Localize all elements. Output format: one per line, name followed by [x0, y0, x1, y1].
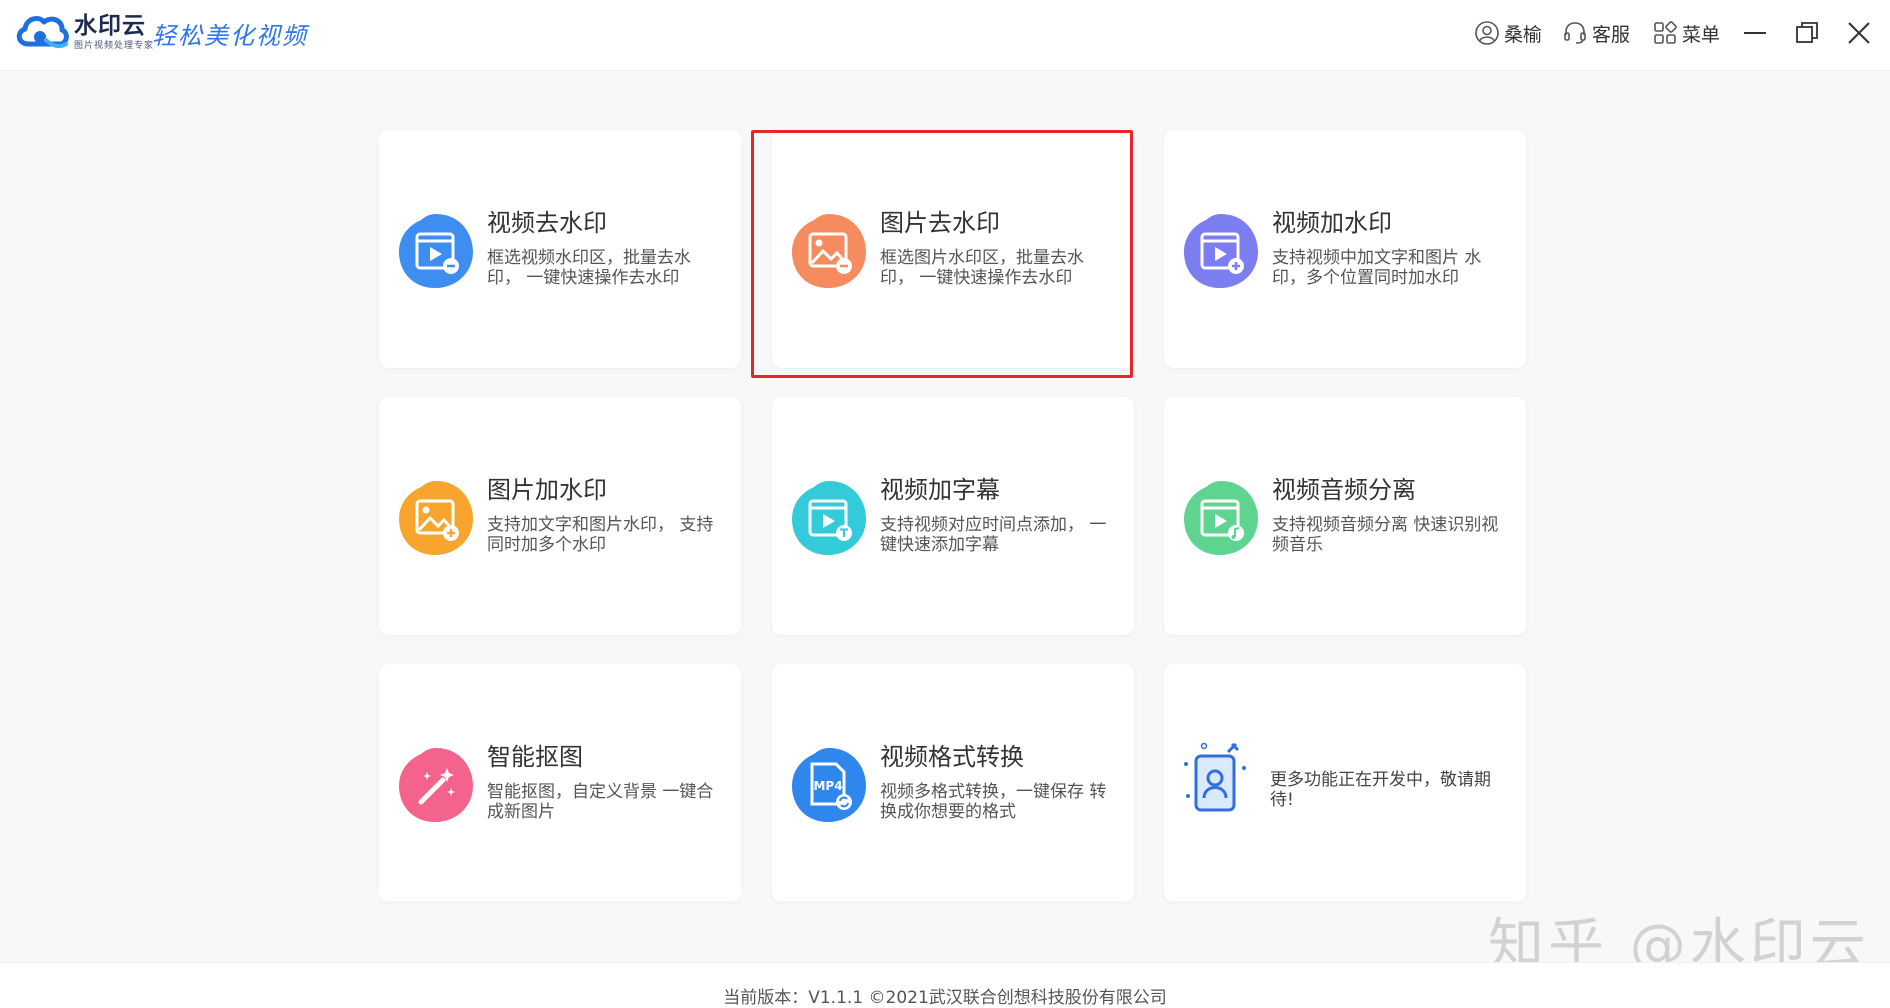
user-account-button[interactable]: 桑榆 — [1474, 18, 1542, 48]
restore-button[interactable] — [1790, 16, 1824, 50]
card-video-add-watermark[interactable]: 视频加水印 支持视频中加文字和图片 水印，多个位置同时加水印 — [1164, 130, 1526, 368]
card-description: 支持视频对应时间点添加， 一键快速添加字幕 — [880, 515, 1107, 555]
restore-icon — [1796, 22, 1818, 43]
card-description: 更多功能正在开发中，敬请期待! — [1270, 770, 1491, 810]
card-title: 视频加字幕 — [880, 476, 1000, 504]
menu-label: 菜单 — [1682, 23, 1721, 46]
service-label: 客服 — [1592, 23, 1631, 46]
card-format-convert[interactable]: MP4 视频格式转换 视频多格式转换，一键保存 转换成你想要的格式 — [772, 664, 1134, 902]
title-bar: 水印云 图片视频处理专家 轻松美化视频 桑榆 客服 菜单 — [0, 0, 1890, 71]
card-smart-cutout[interactable]: 智能抠图 智能抠图，自定义背景 一键合成新图片 — [379, 664, 741, 902]
close-icon — [1848, 22, 1870, 44]
card-description: 支持加文字和图片水印， 支持同时加多个水印 — [487, 515, 714, 555]
video-remove-watermark-icon — [399, 214, 473, 288]
card-description: 智能抠图，自定义背景 一键合成新图片 — [487, 782, 714, 822]
card-title: 视频加水印 — [1272, 209, 1392, 237]
card-description: 支持视频音频分离 快速识别视频音乐 — [1272, 515, 1499, 555]
brand-subtitle: 图片视频处理专家 — [74, 41, 155, 51]
card-title: 视频去水印 — [487, 209, 607, 237]
mp4-label: MP4 — [813, 779, 842, 793]
audio-separation-icon — [1184, 481, 1258, 555]
user-name: 桑榆 — [1504, 23, 1543, 46]
card-video-subtitle[interactable]: 视频加字幕 支持视频对应时间点添加， 一键快速添加字幕 — [772, 397, 1134, 635]
cloud-logo-icon — [16, 16, 69, 49]
format-convert-icon: MP4 — [792, 748, 866, 822]
video-subtitle-icon — [792, 481, 866, 555]
card-title: 图片去水印 — [880, 209, 1000, 237]
footer: 当前版本：V1.1.1 ©2021武汉联合创想科技股份有限公司 — [0, 962, 1890, 1008]
brand: 水印云 图片视频处理专家 — [74, 14, 154, 52]
grid-menu-icon — [1654, 21, 1677, 44]
user-icon — [1475, 21, 1499, 45]
video-add-watermark-icon — [1184, 214, 1258, 288]
image-add-watermark-icon — [399, 481, 473, 555]
brand-name: 水印云 — [74, 13, 146, 39]
card-image-add-watermark[interactable]: 图片加水印 支持加文字和图片水印， 支持同时加多个水印 — [379, 397, 741, 635]
minimize-button[interactable] — [1738, 16, 1772, 50]
card-description: 支持视频中加文字和图片 水印，多个位置同时加水印 — [1272, 248, 1482, 288]
close-button[interactable] — [1842, 16, 1876, 50]
card-title: 视频音频分离 — [1272, 476, 1416, 504]
in-development-illustration-icon — [1184, 742, 1246, 812]
card-title: 视频格式转换 — [880, 743, 1024, 771]
image-remove-watermark-icon — [792, 214, 866, 288]
smart-cutout-icon — [399, 748, 473, 822]
card-title: 图片加水印 — [487, 476, 607, 504]
customer-service-button[interactable]: 客服 — [1562, 18, 1630, 48]
card-image-remove-watermark[interactable]: 图片去水印 框选图片水印区，批量去水印， 一键快速操作去水印 — [772, 130, 1134, 368]
card-description: 视频多格式转换，一键保存 转换成你想要的格式 — [880, 782, 1107, 822]
card-title: 智能抠图 — [487, 743, 583, 771]
card-description: 框选视频水印区，批量去水印， 一键快速操作去水印 — [487, 248, 691, 288]
card-in-development: 更多功能正在开发中，敬请期待! — [1164, 664, 1526, 902]
slogan: 轻松美化视频 — [152, 22, 308, 50]
version-info: 当前版本：V1.1.1 ©2021武汉联合创想科技股份有限公司 — [723, 988, 1167, 1008]
card-audio-separation[interactable]: 视频音频分离 支持视频音频分离 快速识别视频音乐 — [1164, 397, 1526, 635]
minimize-icon — [1744, 32, 1766, 34]
card-video-remove-watermark[interactable]: 视频去水印 框选视频水印区，批量去水印， 一键快速操作去水印 — [379, 130, 741, 368]
headset-icon — [1564, 22, 1586, 44]
menu-button[interactable]: 菜单 — [1652, 18, 1720, 48]
card-description: 框选图片水印区，批量去水印， 一键快速操作去水印 — [880, 248, 1084, 288]
